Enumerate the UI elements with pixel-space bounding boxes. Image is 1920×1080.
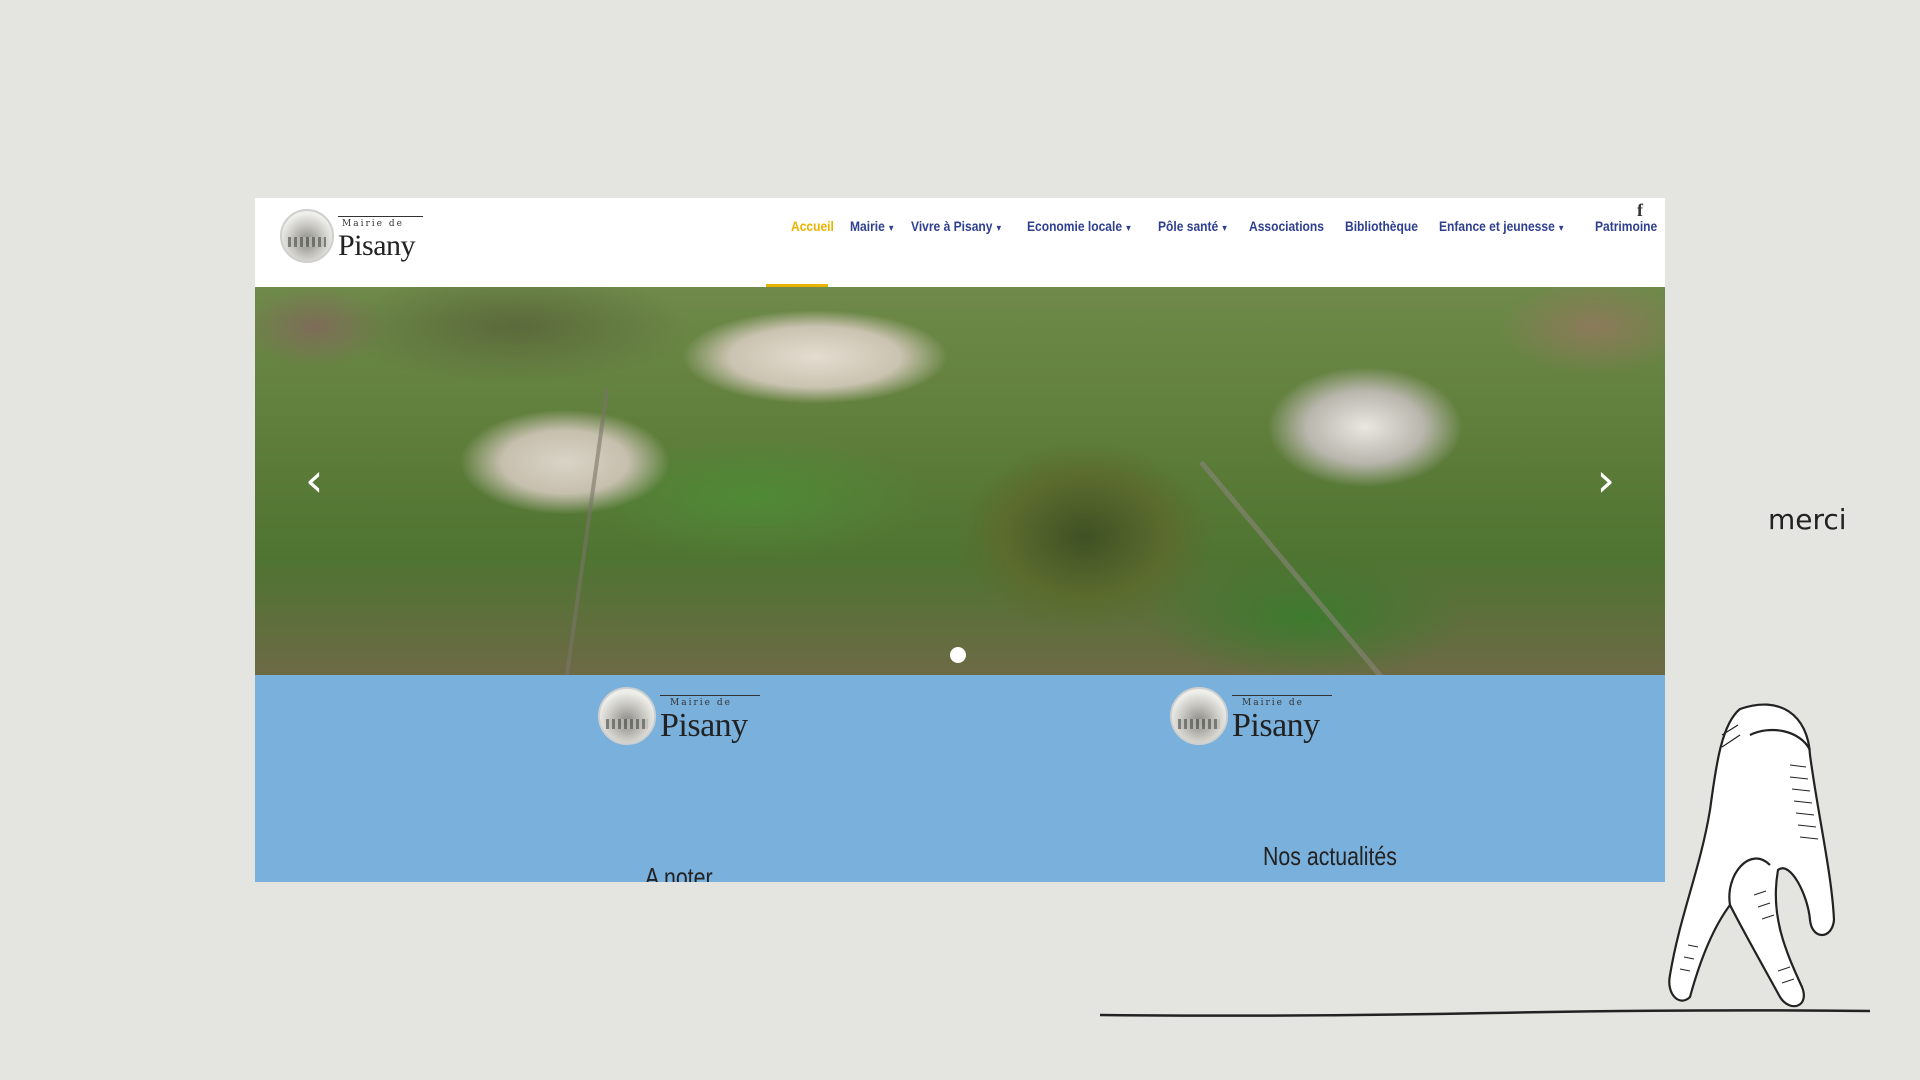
chevron-right-icon[interactable]: › [1597,457,1615,503]
logo-emblem-icon [280,209,334,263]
caret-down-icon: ▼ [887,223,895,233]
chevron-left-icon[interactable]: ‹ [305,457,323,503]
merci-caption: merci [1768,503,1847,536]
nav-item-economie-locale[interactable]: Economie locale ▼ [1027,218,1132,234]
section-logo-a-noter: Mairie de Pisany [598,687,768,753]
nav-item-patrimoine[interactable]: Patrimoine [1595,218,1657,234]
walking-fingers-hand-illustration [1099,703,1870,1017]
logo-big-text: Pisany [338,229,416,262]
caret-down-icon: ▼ [995,223,1003,233]
hand-drawing [1668,703,1836,1008]
site-header: Mairie de Pisany Accueil Mairie ▼ Vivre à… [255,198,1665,287]
logo-rule [660,695,760,696]
logo-rule [338,216,423,217]
nav-item-mairie[interactable]: Mairie ▼ [850,218,895,234]
nav-item-bibliotheque[interactable]: Bibliothèque [1345,218,1418,234]
slider-dot[interactable] [950,647,966,663]
site-logo[interactable]: Mairie de Pisany [280,209,430,275]
caret-down-icon: ▼ [1124,223,1133,233]
logo-emblem-icon [598,687,656,745]
nav-item-enfance-et-jeunesse[interactable]: Enfance et jeunesse ▼ [1439,218,1565,234]
logo-big-text: Pisany [660,707,748,744]
section-title-a-noter: A noter [645,862,713,882]
main-nav: Accueil Mairie ▼ Vivre à Pisany ▼ Economie… [791,218,1657,234]
nav-item-associations[interactable]: Associations [1249,218,1324,234]
facebook-icon[interactable]: f [1637,200,1643,221]
nav-item-vivre-a-pisany[interactable]: Vivre à Pisany ▼ [911,218,1003,234]
logo-small-text: Mairie de [342,219,404,229]
nav-item-accueil[interactable]: Accueil [791,218,834,234]
hero-slider: ‹ › [255,287,1665,675]
caret-down-icon: ▼ [1557,223,1566,233]
nav-item-pole-sante[interactable]: Pôle santé ▼ [1158,218,1228,234]
caret-down-icon: ▼ [1221,223,1229,233]
ground-line [1099,1009,1870,1017]
